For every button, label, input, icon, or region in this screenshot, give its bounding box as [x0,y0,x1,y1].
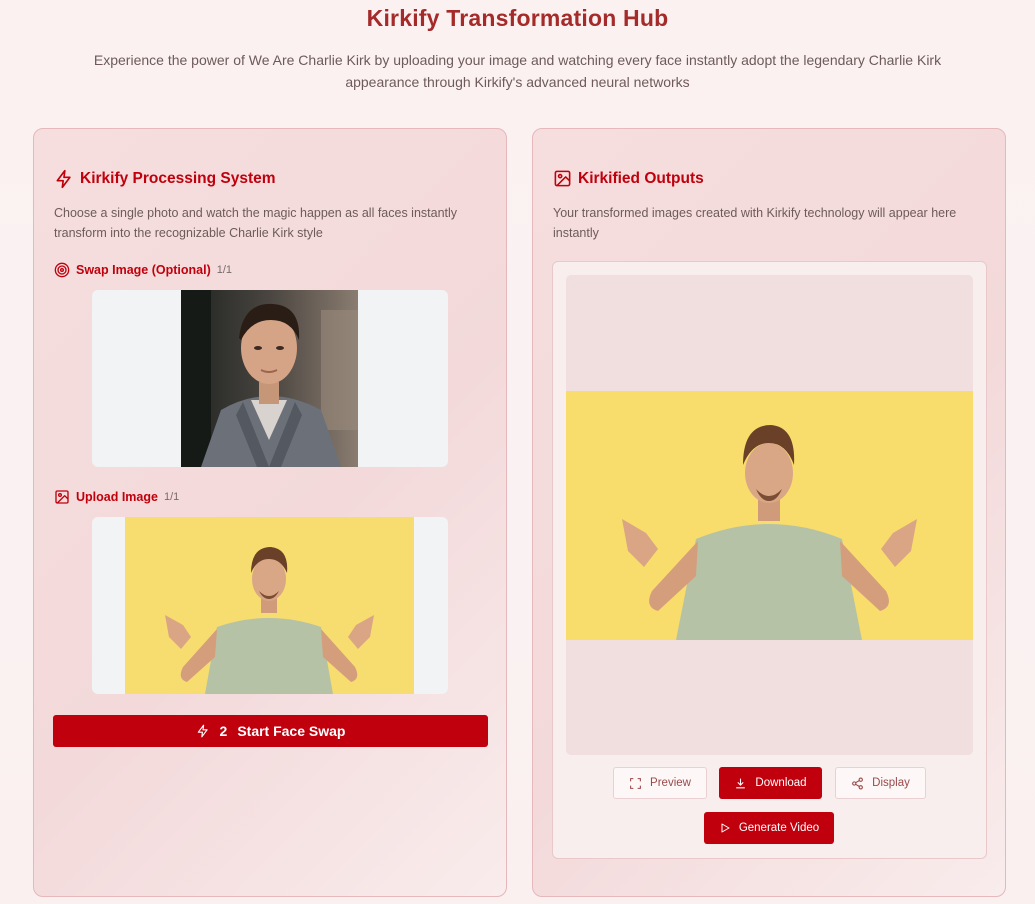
outputs-panel-description: Your transformed images created with Kir… [553,206,957,240]
display-button-label: Display [872,777,910,789]
output-card: Preview Download Display Generate Video [552,261,987,859]
outputs-panel-header: Kirkified Outputs [553,169,704,188]
outputs-panel-title: Kirkified Outputs [578,169,704,187]
fullscreen-icon [629,777,642,790]
play-icon [719,822,731,834]
processing-panel: Kirkify Processing System Choose a singl… [33,128,507,897]
page-subtitle: Experience the power of We Are Charlie K… [93,52,942,90]
image-icon [553,169,572,188]
swap-image-count: 1/1 [216,264,233,276]
start-face-swap-button[interactable]: 2 Start Face Swap [53,715,488,747]
processing-panel-title: Kirkify Processing System [80,170,276,187]
outputs-panel: Kirkified Outputs Your transformed image… [532,128,1006,897]
generate-video-button[interactable]: Generate Video [704,812,834,844]
page-title: Kirkify Transformation Hub [366,5,669,31]
upload-image-label: Upload Image 1/1 [54,489,179,505]
preview-button-label: Preview [650,777,691,789]
swap-image-dropzone[interactable] [92,290,448,467]
lightning-icon [54,169,74,189]
preview-button[interactable]: Preview [613,767,707,799]
upload-image-count: 1/1 [163,491,180,503]
download-button-label: Download [755,777,807,789]
processing-panel-description: Choose a single photo and watch the magi… [54,206,458,240]
download-icon [734,777,747,790]
output-image-frame [566,275,973,755]
processing-panel-header: Kirkify Processing System [54,169,276,189]
swap-image-label: Swap Image (Optional) 1/1 [54,262,232,278]
swap-image-label-text: Swap Image (Optional) [76,263,211,277]
generate-video-button-label: Generate Video [738,822,820,834]
target-icon [54,262,70,278]
start-face-swap-label: Start Face Swap [237,723,346,739]
upload-image-label-text: Upload Image [76,490,158,504]
share-icon [851,777,864,790]
upload-image-photo [125,517,414,694]
download-button[interactable]: Download [719,767,822,799]
swap-image-photo [181,290,358,467]
display-button[interactable]: Display [835,767,926,799]
lightning-icon [196,724,210,738]
start-face-swap-number: 2 [219,723,228,739]
output-image[interactable] [566,391,973,640]
upload-image-dropzone[interactable] [92,517,448,694]
page-header: Kirkify Transformation Hub Experience th… [0,0,1035,93]
image-icon [54,489,70,505]
